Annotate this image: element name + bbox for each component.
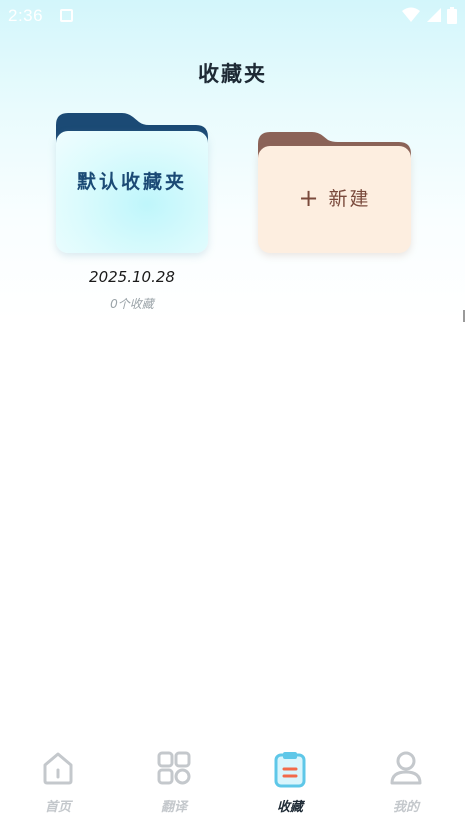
person-icon	[390, 751, 422, 785]
folder-body: + 新建	[258, 146, 411, 253]
folder-date: 2025.10.28	[89, 268, 175, 286]
status-indicators	[401, 7, 457, 25]
nav-label-favorites: 收藏	[276, 800, 303, 815]
nav-label-profile: 我的	[392, 800, 419, 815]
page-title: 收藏夹	[198, 62, 267, 86]
nav-label-home: 首页	[44, 800, 71, 815]
folder-name: 默认收藏夹	[76, 170, 187, 193]
new-folder-button[interactable]: + 新建	[258, 132, 411, 253]
clipboard-icon	[274, 752, 306, 788]
signal-icon	[426, 8, 441, 22]
battery-icon	[447, 7, 457, 24]
new-folder-label: 新建	[328, 188, 371, 210]
folder-card-default[interactable]: 默认收藏夹	[56, 113, 208, 253]
status-bar: 2:36	[0, 0, 465, 32]
nav-label-translate: 翻译	[160, 800, 187, 815]
status-time: 2:36	[8, 6, 44, 25]
nav-item-translate[interactable]: 翻译	[116, 744, 232, 826]
nav-item-home[interactable]: 首页	[0, 744, 116, 826]
bottom-nav: 首页 翻译 收藏 我的	[0, 744, 465, 826]
wifi-icon	[401, 7, 420, 22]
home-icon	[43, 752, 73, 785]
folder-item-count: 0个收藏	[110, 297, 154, 311]
nav-item-profile[interactable]: 我的	[348, 744, 464, 826]
plus-icon: +	[298, 183, 321, 212]
notification-app-icon	[60, 9, 73, 22]
folder-body: 默认收藏夹	[56, 131, 208, 253]
new-folder-label-group: + 新建	[298, 184, 370, 211]
grid-icon	[157, 751, 191, 785]
nav-item-favorites[interactable]: 收藏	[232, 744, 348, 826]
